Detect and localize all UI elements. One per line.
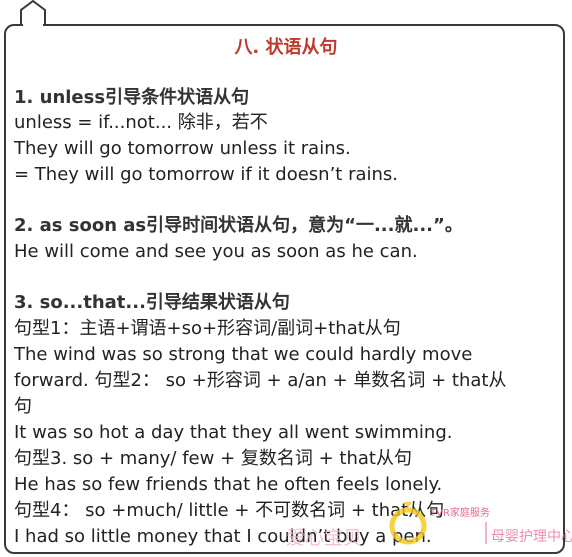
section-1-line-2: They will go tomorrow unless it rains. — [14, 138, 351, 159]
section-3-line-1: 句型1：主语+谓语+so+形容词/副词+that从句 — [14, 318, 401, 339]
watermark-logo-icon — [389, 502, 427, 545]
section-3-line-6: 句型3. so + many/ few + 复数名词 + that从句 — [14, 448, 412, 469]
page-title: 八. 状语从句 — [234, 37, 338, 58]
section-3-line-5: It was so hot a day that they all went s… — [14, 422, 453, 443]
section-1-line-1: unless = if...not... 除非，若不 — [14, 112, 268, 133]
watermark-divider — [485, 522, 487, 544]
notch-cover — [23, 22, 43, 30]
section-heading-3: 3. so...that...引导结果状语从句 — [14, 292, 290, 313]
watermark-right-text: 母婴护理中心 — [491, 529, 572, 545]
section-3-line-9: I had so little money that I couldn’t bu… — [14, 526, 432, 547]
section-heading-1: 1. unless引导条件状语从句 — [14, 87, 250, 108]
section-1-line-3: = They will go tomorrow if it doesn’t ra… — [14, 164, 399, 185]
section-heading-2: 2. as soon as引导时间状语从句，意为“一...就...”。 — [14, 215, 463, 236]
watermark-left-text: 爱心宝贝 — [286, 527, 363, 549]
section-3-line-4: 句 — [14, 396, 32, 417]
watermark-small-text: TVR家庭服务 — [430, 508, 490, 519]
section-3-line-7: He has so few friends that he often feel… — [14, 474, 443, 495]
section-3-line-3: forward. 句型2： so +形容词 + a/an + 单数名词 + th… — [14, 370, 507, 391]
section-2-line-1: He will come and see you as soon as he c… — [14, 241, 418, 262]
section-3-line-8: 句型4： so +much/ little + 不可数名词 + that从句 — [14, 500, 445, 521]
section-3-line-2: The wind was so strong that we could har… — [14, 344, 473, 365]
